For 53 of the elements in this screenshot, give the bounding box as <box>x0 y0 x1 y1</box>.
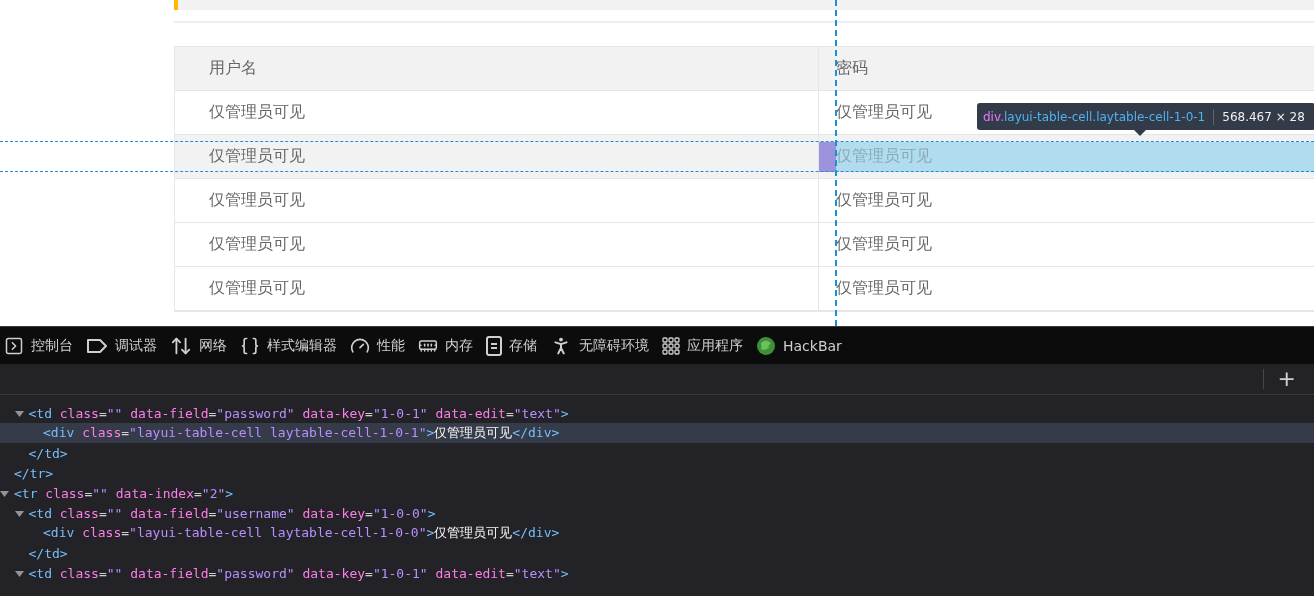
code-row[interactable]: <td class="" data-field="username" data-key="1-0-0"> <box>0 503 1314 523</box>
grid-icon <box>662 336 680 355</box>
braces-icon <box>240 335 260 356</box>
code-row[interactable]: <td class="" data-field="password" data-key="1-0-1" data-edit="text"> <box>0 563 1314 583</box>
table-row[interactable]: 仅管理员可见 仅管理员可见 <box>175 223 1314 267</box>
code-line: <td class="" data-field="password" data-key="1-0-1" data-edit="text"> <box>28 565 569 581</box>
element-selector: div.layui-table-cell.laytable-cell-1-0-1 <box>983 109 1206 124</box>
code-line: </td> <box>28 545 68 561</box>
code-line: <div class="layui-table-cell laytable-cell-1-0-0">仅管理员可见</div> <box>43 524 560 542</box>
table-cell-text: 仅管理员可见 <box>208 102 305 123</box>
tag-icon <box>86 336 108 355</box>
code-line: </tr> <box>14 465 54 481</box>
table-cell-text: 仅管理员可见 <box>208 234 305 255</box>
code-row[interactable]: </td> <box>0 543 1314 563</box>
table-cell-text: 仅管理员可见 <box>208 190 305 211</box>
code-row[interactable]: </tr> <box>0 463 1314 483</box>
table-cell-text: 仅管理员可见 <box>208 146 305 167</box>
code-row[interactable]: <div class="layui-table-cell laytable-cell-1-0-0">仅管理员可见</div> <box>0 523 1314 543</box>
table-cell-text: 仅管理员可见 <box>835 190 932 211</box>
expand-triangle-icon[interactable] <box>14 568 24 578</box>
devtools-tab[interactable]: 存储 <box>482 327 546 364</box>
code-row[interactable]: <td class="" data-field="password" data-key="1-0-1" data-edit="text"> <box>0 403 1314 423</box>
code-row[interactable]: <tr class="" data-index="2"> <box>0 483 1314 503</box>
devtools-tab[interactable]: 调试器 <box>82 327 166 364</box>
table-row[interactable]: 仅管理员可见 仅管理员可见 <box>175 179 1314 223</box>
devtools-tab[interactable]: 内存 <box>414 327 482 364</box>
element-size: 568.467 × 28 <box>1222 109 1305 124</box>
table-cell-text: 仅管理员可见 <box>208 278 305 299</box>
devtools-tab[interactable]: 性能 <box>346 327 414 364</box>
devtools-tab[interactable]: 应用程序 <box>658 327 752 364</box>
code-line: <td class="" data-field="password" data-key="1-0-1" data-edit="text"> <box>28 405 569 421</box>
devtools-tab[interactable]: HackBar <box>752 327 851 364</box>
table-cell-text: 仅管理员可见 <box>835 234 932 255</box>
document-icon <box>486 335 502 356</box>
code-line: <tr class="" data-index="2"> <box>14 485 234 501</box>
code-row[interactable]: </td> <box>0 443 1314 463</box>
code-line: <td class="" data-field="username" data-key="1-0-0"> <box>28 505 436 521</box>
expand-triangle-icon[interactable] <box>14 408 24 418</box>
devtools-tab[interactable]: 无障碍环境 <box>546 327 658 364</box>
table-cell-text: 仅管理员可见 <box>835 102 932 123</box>
devtools-tab[interactable]: 网络 <box>166 327 236 364</box>
add-button[interactable]: + <box>1273 367 1300 391</box>
devtools-tab[interactable]: 样式编辑器 <box>236 327 346 364</box>
column-header: 密码 <box>835 58 868 79</box>
devtools-tab[interactable]: 控制台 <box>0 327 82 364</box>
column-header: 用户名 <box>208 58 257 79</box>
table-cell-text: 仅管理员可见 <box>835 278 932 299</box>
globe-logo-icon <box>756 335 776 356</box>
code-line: <div class="layui-table-cell laytable-cell-1-0-1">仅管理员可见</div> <box>43 424 560 442</box>
code-row[interactable]: <div class="layui-table-cell laytable-cell-1-0-1">仅管理员可见</div> <box>0 423 1314 443</box>
terminal-icon <box>4 335 24 356</box>
table-row[interactable]: 仅管理员可见 仅管理员可见 <box>175 267 1314 311</box>
code-line: </td> <box>28 445 68 461</box>
